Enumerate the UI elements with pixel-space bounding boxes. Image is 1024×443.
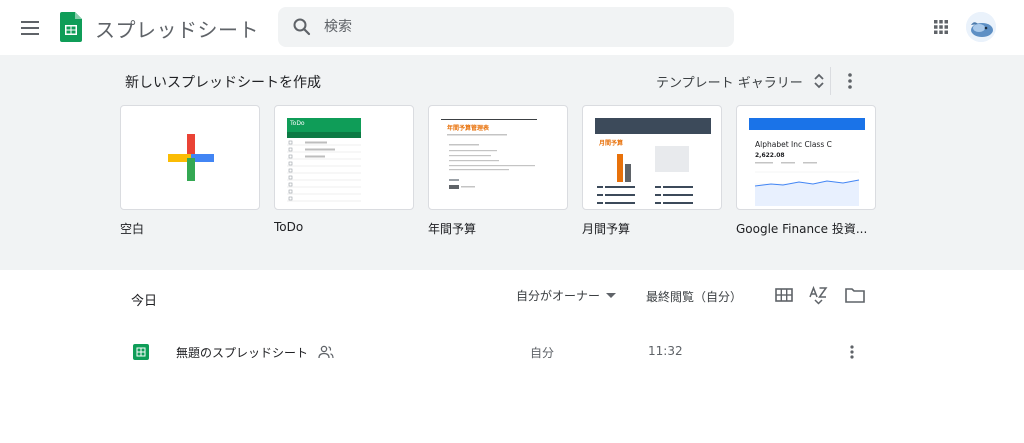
template-blank-thumbnail: [120, 105, 260, 210]
template-annual-budget[interactable]: 年間予算管理表 年間予算: [428, 105, 568, 237]
template-monthly-budget-thumbnail: 月間予算: [582, 105, 722, 210]
file-picker-button[interactable]: [844, 284, 866, 306]
gallery-divider: [830, 67, 831, 95]
main-menu-button[interactable]: [14, 12, 46, 44]
file-owner: 自分: [530, 346, 555, 360]
template-todo-thumbnail: ToDo: [274, 105, 414, 210]
sort-by-alpha-icon: [809, 285, 828, 305]
template-gallery-section: 新しいスプレッドシートを作成 テンプレート ギャラリー 空白 ToDo ToDo…: [0, 55, 1024, 270]
plus-icon: [168, 134, 214, 181]
finance-thumb-title: Alphabet Inc Class C: [755, 140, 832, 149]
search-icon[interactable]: [292, 17, 312, 37]
account-avatar[interactable]: [966, 12, 996, 42]
file-more-button[interactable]: [842, 341, 862, 363]
google-apps-icon[interactable]: [928, 14, 954, 40]
monthly-budget-chart-icon: [597, 146, 693, 204]
todo-thumb-title: ToDo: [290, 120, 305, 127]
search-input[interactable]: [324, 7, 724, 47]
folder-icon: [845, 288, 865, 303]
gallery-more-button[interactable]: [840, 69, 860, 93]
template-google-finance[interactable]: Alphabet Inc Class C 2,622.08 Google Fin…: [736, 105, 876, 237]
search-box[interactable]: [278, 7, 734, 47]
template-monthly-budget[interactable]: 月間予算 月間予算: [582, 105, 722, 237]
arrow-drop-down-icon: [606, 292, 617, 298]
annual-thumb-title: 年間予算管理表: [447, 125, 490, 132]
owner-filter-label: 自分がオーナー: [516, 289, 601, 303]
finance-thumb-value: 2,622.08: [755, 152, 785, 159]
annual-budget-text-icon: [447, 134, 535, 189]
recent-files-section: 今日 自分がオーナー 最終閲覧（自分） 無題のスプレッドシート 自分 11:32: [0, 270, 1024, 443]
more-vert-icon: [848, 73, 852, 89]
sort-by-last-opened[interactable]: 最終閲覧（自分）: [646, 288, 742, 305]
todo-header-bar: ToDo: [287, 118, 361, 132]
app-header: スプレッドシート: [0, 0, 1024, 55]
avatar-image-icon: [966, 12, 996, 42]
todo-subheader: [287, 132, 361, 138]
sheets-file-icon: [133, 344, 149, 360]
file-last-opened: 11:32: [648, 344, 683, 358]
grid-view-button[interactable]: [773, 284, 795, 306]
todo-checklist-icon: [287, 140, 361, 202]
template-gallery-toggle[interactable]: テンプレート ギャラリー: [656, 69, 825, 93]
template-gallery-label: テンプレート ギャラリー: [656, 75, 803, 91]
shared-people-icon: [318, 345, 334, 359]
template-annual-budget-thumbnail: 年間予算管理表: [428, 105, 568, 210]
date-group-label: 今日: [131, 294, 158, 309]
sheets-logo-icon[interactable]: [60, 12, 82, 42]
create-new-heading: 新しいスプレッドシートを作成: [125, 75, 321, 91]
template-label: 月間予算: [582, 222, 631, 236]
app-title[interactable]: スプレッドシート: [95, 14, 259, 43]
finance-header-bar: [749, 118, 865, 130]
template-label: 年間予算: [428, 222, 477, 236]
template-label: ToDo: [274, 220, 304, 234]
owner-filter-dropdown[interactable]: 自分がオーナー: [516, 287, 617, 304]
file-name[interactable]: 無題のスプレッドシート: [176, 344, 308, 361]
template-blank[interactable]: 空白: [120, 105, 260, 237]
template-label: Google Finance 投資...: [736, 222, 868, 236]
template-label: 空白: [120, 222, 145, 236]
sort-options-button[interactable]: [808, 284, 830, 306]
finance-chart-icon: [754, 162, 860, 206]
more-vert-icon: [850, 345, 854, 359]
grid-view-icon: [775, 288, 793, 302]
annual-top-rule: [441, 119, 537, 120]
unfold-icon: [814, 73, 824, 89]
monthly-header-bar: [595, 118, 711, 134]
hamburger-menu-icon: [21, 21, 39, 35]
template-todo[interactable]: ToDo ToDo: [274, 105, 414, 234]
template-google-finance-thumbnail: Alphabet Inc Class C 2,622.08: [736, 105, 876, 210]
file-row[interactable]: 無題のスプレッドシート 自分 11:32: [0, 335, 1024, 369]
